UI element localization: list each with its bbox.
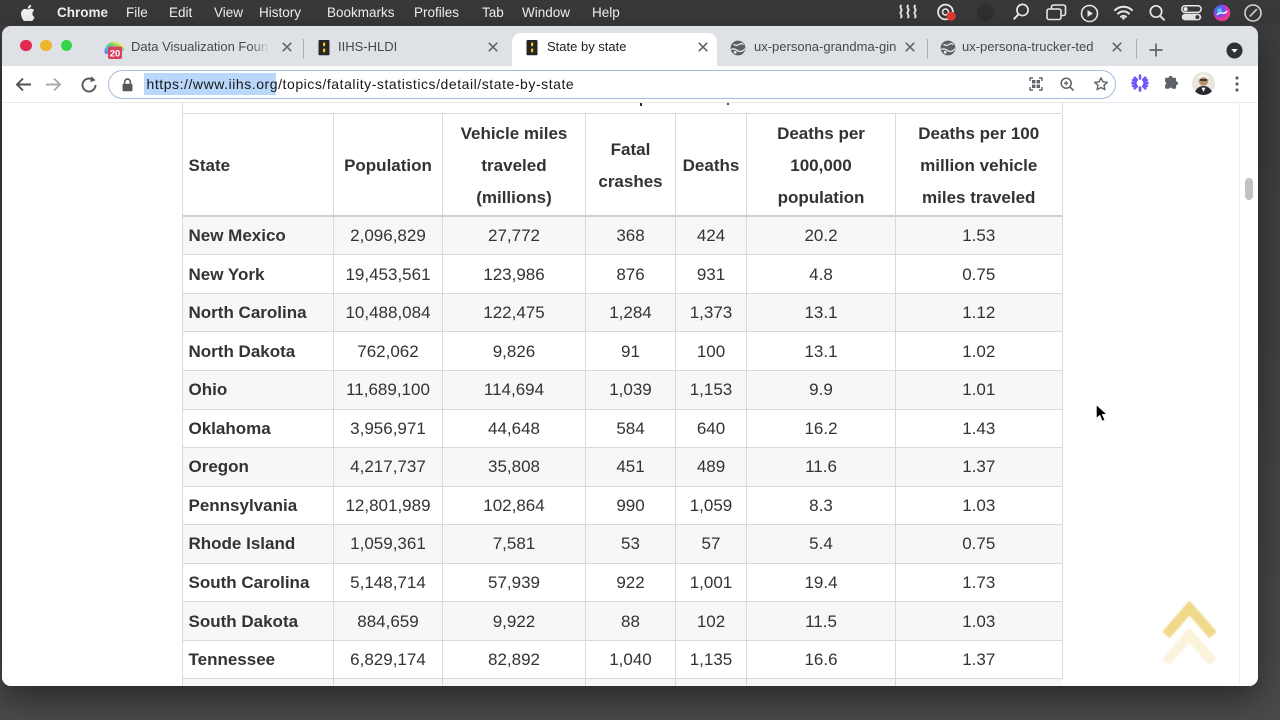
svg-text:20: 20 xyxy=(110,48,121,59)
